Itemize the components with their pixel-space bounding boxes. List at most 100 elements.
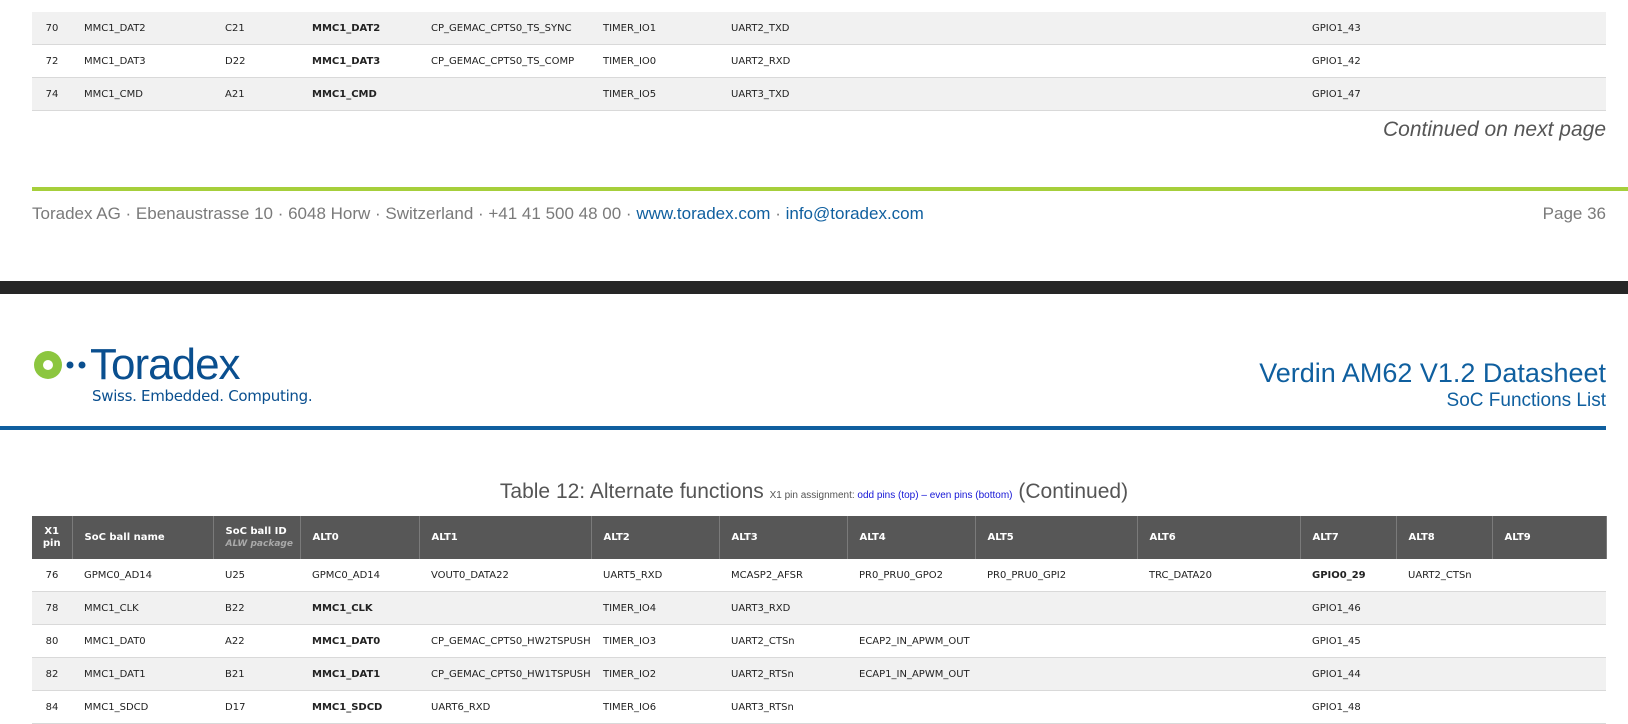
- toradex-logo: Toradex Swiss. Embedded. Computing.: [32, 340, 313, 405]
- cell-alt4: [847, 44, 975, 78]
- cell-alt3: MCASP2_AFSR: [719, 559, 847, 592]
- cell-alt3: UART2_RXD: [719, 44, 847, 78]
- cell-alt7: GPIO1_47: [1300, 77, 1396, 111]
- cell-alt8: [1396, 591, 1492, 625]
- cell-alt1: VOUT0_DATA22: [419, 559, 591, 592]
- cell-alt4: PR0_PRU0_GPO2: [847, 559, 975, 592]
- cell-alt9: [1492, 657, 1606, 691]
- cell-alt2: TIMER_IO5: [591, 77, 719, 111]
- table-row: 76 GPMC0_AD14 U25 GPMC0_AD14 VOUT0_DATA22 UAR…: [32, 559, 1606, 592]
- cell-alt1: CP_GEMAC_CPTS0_HW1TSPUSH: [419, 657, 591, 691]
- cell-ball-name: MMC1_DAT2: [72, 12, 213, 45]
- cell-alt6: [1137, 657, 1300, 691]
- caption-note-link[interactable]: odd pins (top) – even pins (bottom): [857, 490, 1012, 501]
- cell-alt6: [1137, 44, 1300, 78]
- cell-alt0: MMC1_DAT1: [300, 657, 419, 691]
- cell-alt4: [847, 77, 975, 111]
- cell-alt2: TIMER_IO1: [591, 12, 719, 45]
- website-link[interactable]: www.toradex.com: [636, 204, 770, 223]
- logo-wordmark: Toradex: [90, 340, 241, 389]
- cell-alt1: CP_GEMAC_CPTS0_TS_SYNC: [419, 12, 591, 45]
- cell-pin: 76: [32, 559, 72, 592]
- cell-ball-id: A22: [213, 624, 300, 658]
- page-footer: Toradex AG · Ebenaustrasse 10 · 6048 Hor…: [32, 204, 924, 224]
- table-row: 74 MMC1_CMD A21 MMC1_CMD TIMER_IO5 UART3_TXD G…: [32, 77, 1606, 111]
- table-row: 70 MMC1_DAT2 C21 MMC1_DAT2 CP_GEMAC_CPTS0_TS…: [32, 12, 1606, 45]
- cell-alt8: [1396, 77, 1492, 111]
- section-title: SoC Functions List: [1446, 390, 1606, 411]
- email-link[interactable]: info@toradex.com: [786, 204, 924, 223]
- table-row: 82 MMC1_DAT1 B21 MMC1_DAT1 CP_GEMAC_CPTS0_HW…: [32, 657, 1606, 691]
- table-row: 80 MMC1_DAT0 A22 MMC1_DAT0 CP_GEMAC_CPTS0_HW…: [32, 624, 1606, 658]
- cell-alt6: [1137, 624, 1300, 658]
- table-row: 78 MMC1_CLK B22 MMC1_CLK TIMER_IO4 UART3_RXD G…: [32, 591, 1606, 625]
- cell-alt9: [1492, 591, 1606, 625]
- cell-alt2: TIMER_IO4: [591, 591, 719, 625]
- cell-pin: 82: [32, 657, 72, 691]
- cell-alt6: [1137, 77, 1300, 111]
- col-header-alt0: ALT0: [300, 516, 420, 559]
- cell-alt3: UART3_RXD: [719, 591, 847, 625]
- cell-alt7: GPIO1_45: [1300, 624, 1396, 658]
- cell-alt1: CP_GEMAC_CPTS0_TS_COMP: [419, 44, 591, 78]
- cell-alt9: [1492, 44, 1606, 78]
- col-header-ball-id-sub: ALW package: [225, 538, 293, 549]
- cell-alt7: GPIO0_29: [1300, 559, 1396, 592]
- cell-pin: 80: [32, 624, 72, 658]
- cell-alt7: GPIO1_43: [1300, 12, 1396, 45]
- cell-alt3: UART2_TXD: [719, 12, 847, 45]
- caption-suffix: (Continued): [1012, 480, 1129, 503]
- cell-pin: 72: [32, 44, 72, 78]
- cell-ball-id: D22: [213, 44, 300, 78]
- cell-ball-name: GPMC0_AD14: [72, 559, 213, 592]
- cell-alt0: GPMC0_AD14: [300, 559, 419, 592]
- cell-alt0: MMC1_DAT3: [300, 44, 419, 78]
- cell-alt7: GPIO1_44: [1300, 657, 1396, 691]
- header-rule: [0, 426, 1606, 430]
- cell-alt2: UART5_RXD: [591, 559, 719, 592]
- cell-alt4: [847, 591, 975, 625]
- cell-alt8: UART2_CTSn: [1396, 559, 1492, 592]
- cell-alt4: ECAP2_IN_APWM_OUT: [847, 624, 975, 658]
- cell-alt5: [975, 77, 1137, 111]
- cell-alt1: [419, 591, 591, 625]
- cell-alt2: TIMER_IO0: [591, 44, 719, 78]
- cell-alt4: [847, 12, 975, 45]
- cell-ball-id: U25: [213, 559, 300, 592]
- cell-alt5: [975, 657, 1137, 691]
- cell-ball-id: B21: [213, 657, 300, 691]
- col-header-alt3: ALT3: [719, 516, 848, 559]
- cell-alt7: GPIO1_46: [1300, 591, 1396, 625]
- cell-pin: 74: [32, 77, 72, 111]
- cell-pin: 70: [32, 12, 72, 45]
- footer-address: Toradex AG · Ebenaustrasse 10 · 6048 Hor…: [32, 204, 637, 223]
- cell-alt6: [1137, 591, 1300, 625]
- cell-alt7: GPIO1_42: [1300, 44, 1396, 78]
- cell-ball-name: MMC1_DAT1: [72, 657, 213, 691]
- cell-ball-id: A21: [213, 77, 300, 111]
- col-header-ball-name: SoC ball name: [72, 516, 214, 559]
- cell-alt9: [1492, 624, 1606, 658]
- caption-main: Table 12: Alternate functions: [499, 480, 770, 503]
- footer-rule: [32, 187, 1628, 191]
- cell-alt9: [1492, 559, 1606, 592]
- cell-alt6: TRC_DATA20: [1137, 559, 1300, 592]
- cell-alt9: [1492, 12, 1606, 45]
- col-header-ball-id: SoC ball ID ALW package: [213, 516, 301, 559]
- cell-alt3: UART2_RTSn: [719, 657, 847, 691]
- cell-alt8: [1396, 657, 1492, 691]
- col-header-alt5: ALT5: [975, 516, 1138, 559]
- top-pin-table: 70 MMC1_DAT2 C21 MMC1_DAT2 CP_GEMAC_CPTS0_TS…: [32, 12, 1606, 111]
- cell-ball-id: B22: [213, 591, 300, 625]
- cell-alt0: MMC1_CMD: [300, 77, 419, 111]
- col-header-alt1: ALT1: [419, 516, 592, 559]
- cell-alt2: TIMER_IO2: [591, 657, 719, 691]
- col-header-alt4: ALT4: [847, 516, 976, 559]
- caption-pin-note: X1 pin assignment: odd pins (top) – even…: [770, 490, 1013, 501]
- page-break-bar: [0, 281, 1628, 294]
- table-header-row: X1 pin SoC ball name SoC ball ID ALW pack…: [32, 516, 1607, 559]
- col-header-alt9: ALT9: [1492, 516, 1607, 559]
- cell-alt1: [419, 77, 591, 111]
- cell-alt5: [975, 591, 1137, 625]
- cell-alt8: [1396, 12, 1492, 45]
